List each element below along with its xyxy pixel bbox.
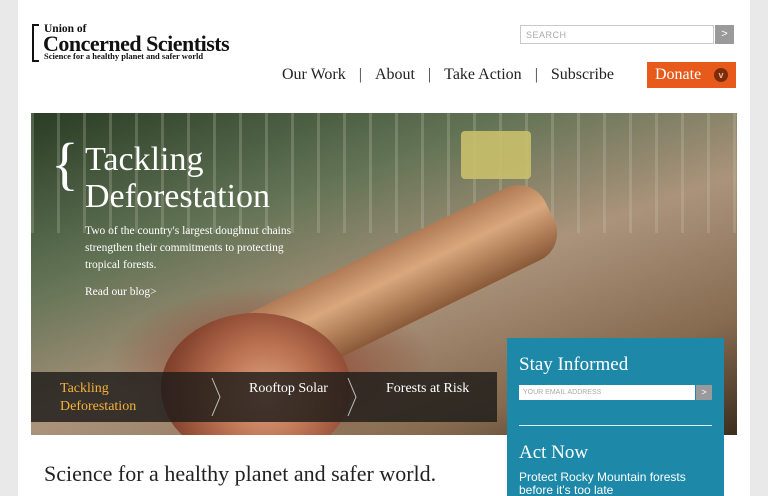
bulldozer-image <box>461 131 531 179</box>
tab-divider-icon <box>211 378 221 416</box>
panel-divider <box>519 425 712 426</box>
act-now-link[interactable]: Protect Rocky Mountain forests before it… <box>519 471 714 496</box>
email-submit-button[interactable]: > <box>696 385 712 400</box>
nav-separator: | <box>534 66 538 83</box>
chevron-down-icon: v <box>714 68 728 82</box>
page-tagline: Science for a healthy planet and safer w… <box>44 461 437 486</box>
stay-informed-title: Stay Informed <box>519 354 629 375</box>
hero-title: Tackling Deforestation <box>85 141 271 215</box>
stay-informed-panel: Stay Informed > Act Now Protect Rocky Mo… <box>507 338 724 496</box>
act-now-title: Act Now <box>519 442 589 463</box>
logo-bracket-icon <box>32 24 39 62</box>
logo-tagline: Science for a healthy planet and safer w… <box>44 51 204 61</box>
hero-tabs: Tackling Deforestation Rooftop Solar For… <box>31 372 497 422</box>
tab-divider-icon <box>347 378 357 416</box>
tab-forests-at-risk[interactable]: Forests at Risk <box>386 380 506 398</box>
search-input[interactable] <box>520 25 714 44</box>
page: Union of Concerned Scientists Science fo… <box>18 0 750 496</box>
main-nav: Our Work | About | Take Action | Subscri… <box>282 64 614 86</box>
search-submit-button[interactable]: > <box>715 25 734 44</box>
nav-separator: | <box>358 66 362 83</box>
tab-tackling-deforestation[interactable]: Tackling Deforestation <box>60 380 180 416</box>
ucs-logo[interactable]: Union of Concerned Scientists Science fo… <box>32 23 262 64</box>
nav-item-subscribe[interactable]: Subscribe <box>551 66 614 84</box>
nav-item-take-action[interactable]: Take Action <box>444 66 522 84</box>
donate-button[interactable]: Donate v <box>647 62 736 88</box>
donate-label: Donate <box>655 66 702 83</box>
read-blog-link[interactable]: Read our blog> <box>85 286 157 298</box>
nav-item-our-work[interactable]: Our Work <box>282 66 346 84</box>
hero-blurb: Two of the country's largest doughnut ch… <box>85 225 292 271</box>
hero-brace: { <box>51 131 79 196</box>
nav-item-about[interactable]: About <box>375 66 415 84</box>
search-box: > <box>520 25 734 44</box>
email-field[interactable] <box>519 385 695 400</box>
nav-separator: | <box>427 66 432 83</box>
